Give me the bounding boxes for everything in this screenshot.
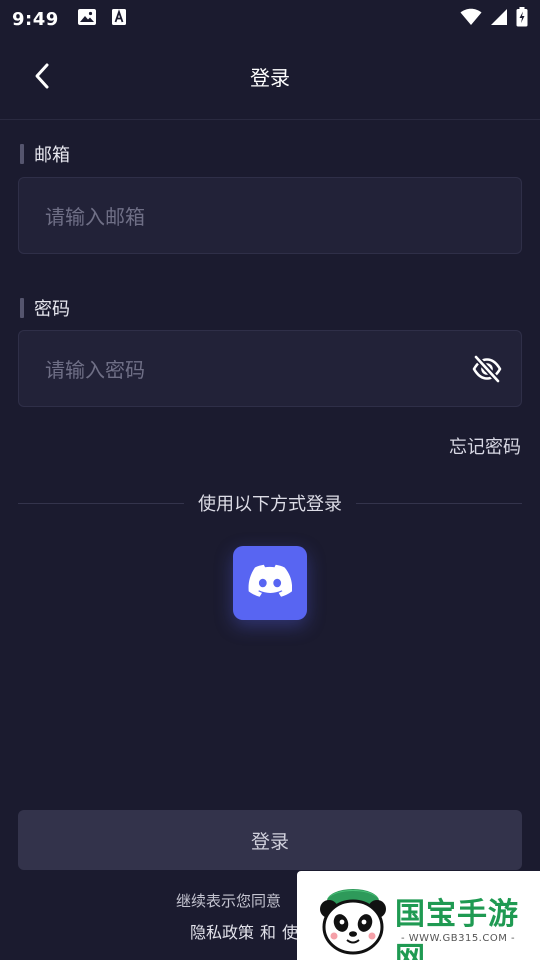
alt-login-divider: 使用以下方式登录 [18, 490, 522, 516]
email-input-container [18, 177, 522, 255]
signal-icon [490, 8, 508, 30]
email-label-text: 邮箱 [34, 145, 70, 166]
email-input[interactable] [43, 178, 467, 255]
watermark-brand: 国宝手游网 [395, 897, 519, 960]
password-input-container [18, 330, 522, 408]
watermark-overlay: 国宝手游网 - WWW.GB315.COM - [297, 871, 540, 960]
forgot-password-link[interactable]: 忘记密码 [449, 433, 521, 459]
alt-login-text: 使用以下方式登录 [198, 494, 342, 515]
font-notification-icon [111, 8, 127, 30]
label-accent-bar [20, 144, 24, 164]
privacy-policy-link[interactable]: 隐私政策 [190, 919, 254, 943]
password-label: 密码 [20, 295, 70, 321]
terms-links: 隐私政策 和 使 [190, 919, 298, 943]
terms-intro-text: 继续表示您同意 [176, 892, 282, 910]
eye-off-icon[interactable] [471, 353, 503, 385]
password-label-text: 密码 [34, 299, 70, 320]
password-input[interactable] [43, 331, 467, 408]
discord-icon [248, 564, 293, 602]
login-button[interactable]: 登录 [18, 810, 522, 870]
terms-and-text: 和 [260, 923, 277, 942]
status-bar: 9:49 [0, 0, 540, 38]
divider-line-right [356, 502, 522, 504]
battery-charging-icon [516, 7, 528, 31]
wifi-icon [460, 8, 482, 30]
email-label: 邮箱 [20, 141, 70, 167]
login-page: 9:49 登录 邮箱 请输入邮箱 密码 忘记密码 使用以下方式登录 登录 继续表… [0, 0, 540, 960]
status-time: 9:49 [12, 8, 59, 30]
terms-of-use-link[interactable]: 使 [282, 919, 298, 943]
panda-logo-icon [315, 879, 391, 960]
label-accent-bar [20, 298, 24, 318]
app-header: 登录 [0, 38, 540, 120]
watermark-url: - WWW.GB315.COM - [401, 933, 516, 944]
discord-login-button[interactable] [233, 546, 307, 620]
divider-line-left [18, 502, 184, 504]
page-title: 登录 [250, 66, 290, 90]
image-notification-icon [77, 8, 97, 30]
